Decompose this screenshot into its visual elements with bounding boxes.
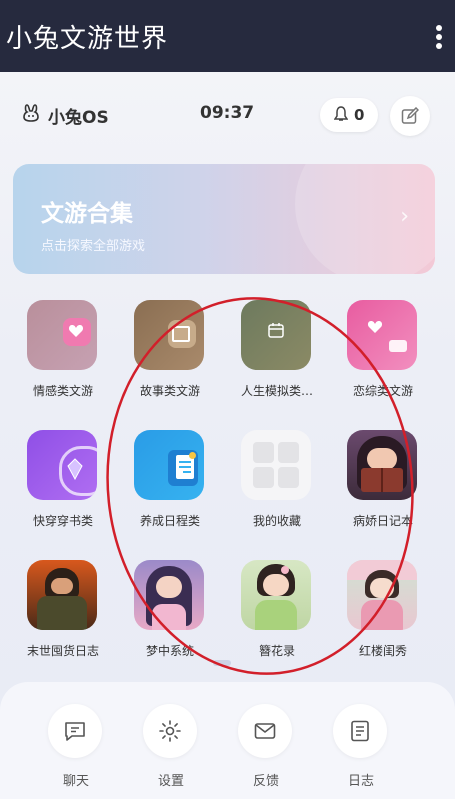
app-label: 红楼闺秀 <box>358 644 407 658</box>
app-yandere-diary[interactable]: 病娇日记本 <box>333 430 433 540</box>
banner-title: 文游合集 <box>41 201 133 227</box>
crystal-app-icon <box>27 430 97 500</box>
status-bar: 小兔OS 09:37 0 <box>0 72 455 158</box>
chevron-right-icon: › <box>400 204 409 229</box>
heart-app-icon <box>27 300 97 370</box>
mail-icon <box>238 704 292 758</box>
game-collection-banner[interactable]: 文游合集 点击探索全部游戏 › <box>13 164 435 274</box>
schedule-app-icon <box>134 430 204 500</box>
app-label: 病娇日记本 <box>352 514 413 528</box>
notification-button[interactable]: 0 <box>320 98 378 132</box>
app-label: 末世囤货日志 <box>26 644 99 658</box>
dream-girl-app-icon <box>134 560 204 630</box>
notification-count: 0 <box>354 106 365 124</box>
dock-label: 日志 <box>347 774 374 789</box>
dock-chat[interactable]: 聊天 <box>46 704 106 794</box>
dock-label: 设置 <box>157 774 184 789</box>
dock-feedback[interactable]: 反馈 <box>236 704 296 794</box>
love-show-app-icon <box>347 300 417 370</box>
bottom-dock: 聊天 设置 反馈 日志 <box>0 682 455 799</box>
os-brand: 小兔OS <box>48 108 109 128</box>
app-love-show-games[interactable]: 恋综类文游 <box>333 300 433 410</box>
app-transmigration-games[interactable]: 快穿穿书类 <box>13 430 113 540</box>
story-app-icon <box>134 300 204 370</box>
collection-app-icon <box>241 430 311 500</box>
app-label: 养成日程类 <box>139 514 200 528</box>
phone-screen: 小兔OS 09:37 0 文游合集 点击探索全部游戏 › 情感类文游 故事类文游… <box>0 72 455 799</box>
page-indicator <box>213 660 231 666</box>
dock-log[interactable]: 日志 <box>331 704 391 794</box>
app-red-mansion-lady[interactable]: 红楼闺秀 <box>333 560 433 670</box>
more-menu-icon[interactable] <box>435 25 443 49</box>
app-schedule-games[interactable]: 养成日程类 <box>120 430 220 540</box>
app-label: 快穿穿书类 <box>32 514 93 528</box>
dock-label: 反馈 <box>252 774 279 789</box>
banner-decoration <box>295 164 435 274</box>
rabbit-icon <box>22 104 40 122</box>
chat-icon <box>48 704 102 758</box>
clock: 09:37 <box>200 103 255 123</box>
app-label: 梦中系统 <box>145 644 194 658</box>
app-dream-system[interactable]: 梦中系统 <box>120 560 220 670</box>
apocalypse-app-icon <box>27 560 97 630</box>
banner-subtitle: 点击探索全部游戏 <box>41 239 146 254</box>
app-hairpin-record[interactable]: 簪花录 <box>227 560 327 670</box>
app-story-games[interactable]: 故事类文游 <box>120 300 220 410</box>
settings-icon <box>143 704 197 758</box>
app-apocalypse-diary[interactable]: 末世囤货日志 <box>13 560 113 670</box>
app-label: 我的收藏 <box>252 514 301 528</box>
dock-label: 聊天 <box>62 774 89 789</box>
app-label: 簪花录 <box>258 644 295 658</box>
app-life-sim-games[interactable]: 人生模拟类… <box>227 300 327 410</box>
app-label: 恋综类文游 <box>352 384 413 398</box>
app-emotion-games[interactable]: 情感类文游 <box>13 300 113 410</box>
edit-icon <box>401 107 419 124</box>
calendar-app-icon <box>241 300 311 370</box>
app-my-collection[interactable]: 我的收藏 <box>227 430 327 540</box>
edit-button[interactable] <box>390 96 430 136</box>
app-title: 小兔文游世界 <box>6 24 169 54</box>
notebook-icon <box>333 704 387 758</box>
dock-settings[interactable]: 设置 <box>141 704 201 794</box>
bell-icon <box>333 106 349 126</box>
hairpin-girl-app-icon <box>241 560 311 630</box>
garden-girl-app-icon <box>347 560 417 630</box>
app-label: 故事类文游 <box>139 384 200 398</box>
reading-girl-app-icon <box>347 430 417 500</box>
app-label: 情感类文游 <box>32 384 93 398</box>
app-title-bar: 小兔文游世界 <box>0 0 455 72</box>
app-label: 人生模拟类… <box>240 384 313 398</box>
app-grid: 情感类文游 故事类文游 人生模拟类… 恋综类文游 快穿穿书类 养成日程类 我的收… <box>0 294 455 664</box>
